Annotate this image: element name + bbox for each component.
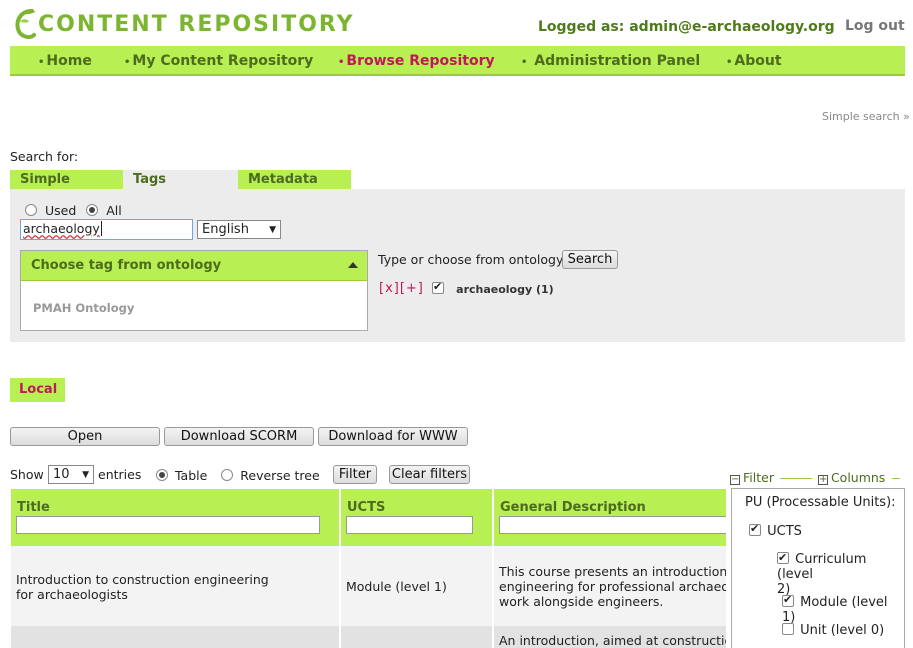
remove-add-tag-links[interactable]: [x][+] [379, 281, 424, 296]
bullet-icon: • [521, 57, 528, 68]
ucts-checkbox[interactable] [749, 522, 761, 536]
table-cell-description: This course presents an introduction to … [494, 546, 726, 626]
logo-text: CONTENT REPOSITORY [38, 11, 355, 37]
selected-tag-label: archaeology (1) [456, 283, 554, 296]
table-cell-description: An introduction, aimed at construction [494, 626, 726, 648]
legend-divider [892, 478, 901, 479]
module-checkbox[interactable] [782, 593, 794, 607]
tab-tags[interactable]: Tags [123, 170, 238, 189]
nav-my-content-repository[interactable]: • My Content Repository [124, 53, 313, 69]
filter-curriculum[interactable]: Curriculum (level 2) [777, 550, 904, 597]
nav-browse-repository[interactable]: • Browse Repository [338, 53, 495, 69]
download-www-button[interactable]: Download for WWW [318, 427, 468, 446]
pu-heading: PU (Processable Units): [745, 495, 896, 510]
logout-link[interactable]: Log out [845, 18, 905, 34]
table-cell-ucts [341, 626, 492, 648]
tab-metadata[interactable]: Metadata [238, 170, 351, 189]
search-button[interactable]: Search [562, 250, 618, 269]
selected-tag-row: archaeology (1) [432, 280, 554, 297]
table-cell-ucts: Module (level 1) [341, 546, 492, 626]
filter-ucts[interactable]: UCTS [749, 522, 802, 539]
nav-about[interactable]: • About [726, 53, 782, 69]
plus-box-icon[interactable]: + [817, 475, 828, 485]
show-label: Show [10, 467, 44, 482]
radio-all[interactable] [86, 204, 99, 216]
ontology-header[interactable]: Choose tag from ontology [21, 251, 367, 281]
language-select[interactable]: English ▼ [197, 220, 281, 239]
filter-button[interactable]: Filter [333, 465, 377, 484]
nav-home[interactable]: • Home [38, 53, 92, 69]
table-row[interactable]: Introduction to construction engineering… [11, 546, 339, 626]
column-header-title[interactable]: Title [11, 489, 339, 546]
type-or-choose-label: Type or choose from ontology [378, 252, 564, 267]
clear-filters-button[interactable]: Clear filters [389, 465, 470, 484]
nav-administration-panel[interactable]: • Administration Panel [521, 53, 700, 69]
ucts-filter-input[interactable] [346, 516, 473, 534]
logged-as-text: Logged as: admin@e-archaeology.org [538, 19, 835, 35]
main-nav: • Home • My Content Repository • Browse Rep… [10, 46, 905, 76]
filter-module[interactable]: Module (level 1) [782, 593, 904, 625]
columns-toggle[interactable]: Columns [831, 470, 885, 485]
tab-local[interactable]: Local [10, 378, 65, 402]
logo[interactable]: CONTENT REPOSITORY [14, 4, 355, 44]
tag-mode-radios: Used All [25, 203, 122, 218]
curriculum-checkbox[interactable] [777, 550, 789, 565]
simple-search-link[interactable]: Simple search » [822, 110, 910, 123]
dropdown-arrow-icon: ▼ [269, 224, 276, 235]
title-filter-input[interactable] [16, 516, 320, 534]
dropdown-arrow-icon: ▼ [82, 469, 89, 480]
bullet-icon: • [38, 57, 45, 68]
view-mode-radios: Table Reverse tree [156, 468, 320, 483]
unit-checkbox[interactable] [782, 623, 794, 635]
download-scorm-button[interactable]: Download SCORM [164, 427, 314, 446]
leaf-logo-icon [15, 9, 36, 39]
filter-panel: PU (Processable Units): UCTS Curriculum … [731, 488, 905, 648]
ontology-item[interactable]: PMAH Ontology [21, 281, 367, 335]
search-for-label: Search for: [10, 149, 79, 164]
entries-select[interactable]: 10 ▼ [48, 465, 94, 484]
description-filter-input[interactable] [499, 516, 726, 534]
legend-divider [779, 478, 812, 479]
filter-legend: − Filter + Columns [730, 470, 905, 486]
bullet-icon: • [338, 57, 345, 68]
column-header-general-description[interactable]: General Description [494, 489, 726, 546]
ontology-box: Choose tag from ontology PMAH Ontology [20, 250, 368, 331]
filter-unit[interactable]: Unit (level 0) [782, 623, 884, 638]
minus-box-icon[interactable]: − [730, 475, 740, 485]
filter-toggle[interactable]: Filter [743, 470, 774, 485]
column-header-ucts[interactable]: UCTS [341, 489, 492, 546]
table-row[interactable] [11, 626, 339, 648]
radio-table[interactable] [156, 469, 168, 481]
entries-label: entries [98, 467, 142, 482]
tag-input[interactable]: archaeology [20, 219, 193, 240]
tab-simple[interactable]: Simple [10, 170, 123, 189]
bullet-icon: • [124, 57, 131, 68]
tag-checkbox[interactable] [432, 280, 444, 294]
radio-reverse-tree[interactable] [221, 469, 234, 481]
collapse-arrow-icon[interactable] [348, 262, 358, 268]
open-button[interactable]: Open [10, 427, 160, 446]
radio-used[interactable] [25, 204, 37, 216]
bullet-icon: • [726, 57, 733, 68]
